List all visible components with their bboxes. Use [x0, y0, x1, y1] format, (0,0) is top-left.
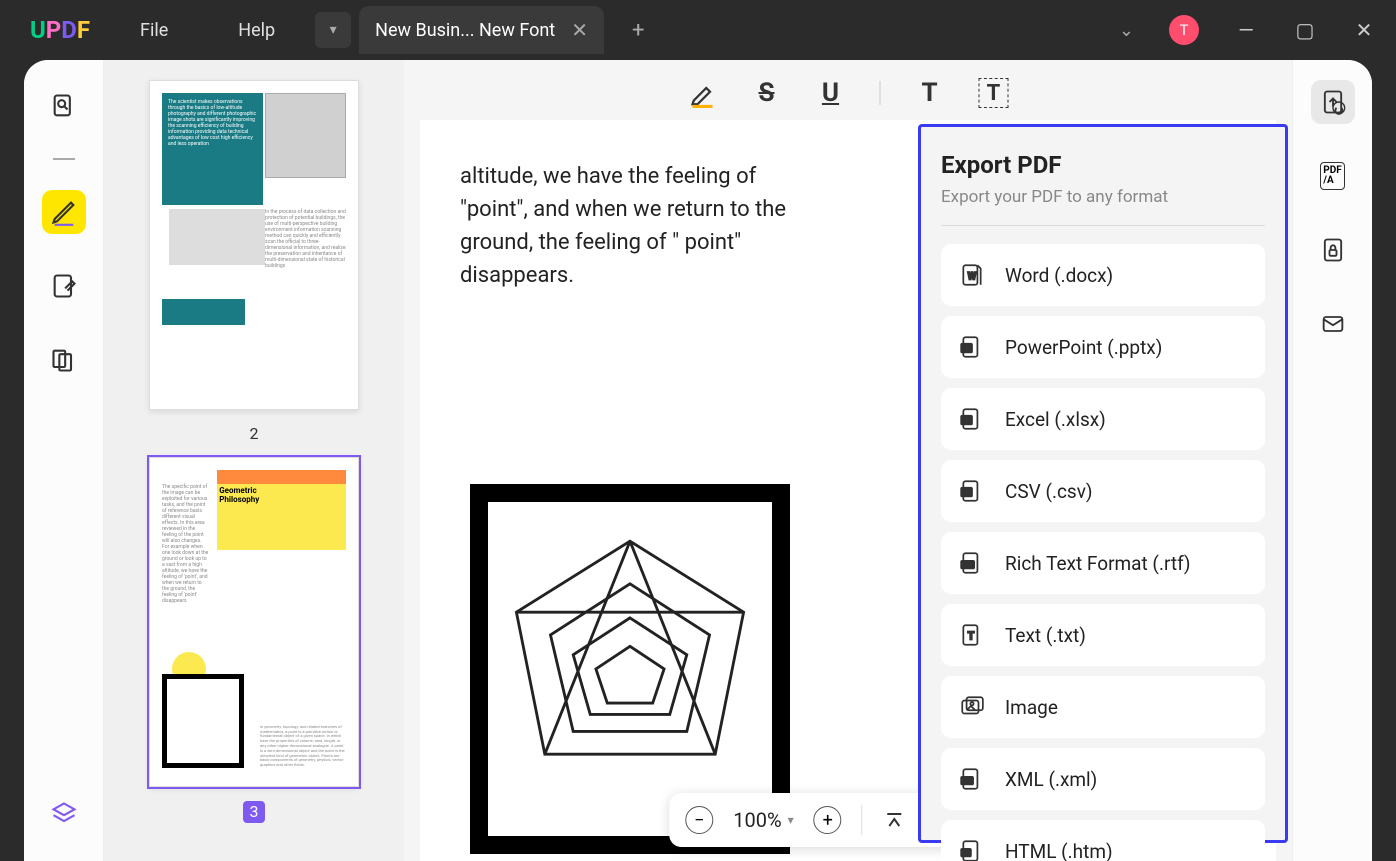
export-format-label: CSV (.csv): [1005, 480, 1093, 503]
format-toolbar: S U T T: [688, 78, 1009, 108]
export-format-label: Image: [1005, 696, 1058, 719]
thumb-image: [169, 209, 265, 265]
text-tool[interactable]: T: [915, 78, 945, 108]
export-format-image[interactable]: Image: [941, 676, 1265, 738]
export-format-powerpoint-pptx-[interactable]: P PowerPoint (.pptx): [941, 316, 1265, 378]
pdfa-button[interactable]: PDF/A: [1311, 154, 1355, 198]
typewriter-tool[interactable]: T: [979, 78, 1009, 108]
thumb-image: [265, 93, 346, 178]
export-format-label: XML (.xml): [1005, 768, 1097, 791]
export-format-rich-text-format-rtf-[interactable]: RTF Rich Text Format (.rtf): [941, 532, 1265, 594]
svg-text:W: W: [968, 271, 977, 282]
user-avatar[interactable]: T: [1169, 15, 1199, 45]
thumb-sidetext: The specific point of the image can be e…: [162, 484, 210, 604]
thumb-block: [162, 299, 245, 325]
menu-help[interactable]: Help: [238, 20, 275, 41]
export-format-html-htm-[interactable]: H HTML (.htm): [941, 820, 1265, 861]
export-title: Export PDF: [941, 151, 1265, 179]
export-divider: [941, 225, 1265, 226]
export-format-label: HTML (.htm): [1005, 840, 1113, 861]
first-page-button[interactable]: [883, 808, 907, 832]
layers-button[interactable]: [42, 792, 86, 836]
thumbnail-page-2[interactable]: The scientist makes observations through…: [149, 80, 359, 410]
share-button[interactable]: [1311, 302, 1355, 346]
zoom-in-button[interactable]: +: [814, 806, 842, 834]
toolbar-divider: [880, 81, 881, 105]
svg-text:C: C: [964, 487, 969, 496]
thumb-photo: [162, 674, 244, 768]
close-window-button[interactable]: ✕: [1352, 18, 1376, 42]
rail-divider: [53, 158, 75, 160]
svg-text:H: H: [963, 848, 968, 856]
export-format-text-txt-[interactable]: T Text (.txt): [941, 604, 1265, 666]
zoom-value[interactable]: 100%▾: [733, 808, 793, 832]
titlebar: UPDF File Help ▾ New Busin... New Font ✕…: [0, 0, 1396, 60]
thumb-block: The scientist makes observations through…: [162, 93, 263, 205]
svg-text:T: T: [968, 629, 975, 642]
thumbnail-number-selected: 3: [243, 801, 265, 823]
tab-close-button[interactable]: ✕: [571, 18, 588, 42]
export-pdf-button[interactable]: [1311, 80, 1355, 124]
document-tab[interactable]: New Busin... New Font ✕: [359, 6, 604, 54]
protect-button[interactable]: [1311, 228, 1355, 272]
export-subtitle: Export your PDF to any format: [941, 187, 1265, 207]
thumbnail-panel[interactable]: The scientist makes observations through…: [104, 60, 404, 861]
search-tool[interactable]: [42, 84, 86, 128]
page-paragraph: altitude, we have the feeling of "point"…: [460, 160, 801, 292]
window-chevron[interactable]: ⌄: [1119, 20, 1134, 41]
thumb-yellow-panel: Geometric Philosophy: [217, 484, 346, 550]
zoom-out-button[interactable]: −: [685, 806, 713, 834]
highlighter-tool[interactable]: [688, 78, 718, 108]
thumb-header: [217, 470, 346, 484]
annotate-tool[interactable]: [42, 190, 86, 234]
tab-list-dropdown[interactable]: ▾: [315, 12, 351, 48]
menu-file[interactable]: File: [140, 20, 168, 41]
bar-divider: [862, 805, 863, 835]
tab-title: New Busin... New Font: [375, 20, 555, 41]
export-format-xml-xml-[interactable]: </> XML (.xml): [941, 748, 1265, 810]
minimize-button[interactable]: —: [1234, 18, 1258, 42]
thumbnail-page-3[interactable]: Geometric Philosophy The specific point …: [149, 457, 359, 787]
thumb-text: In the process of data collection and pr…: [265, 205, 346, 273]
export-format-excel-xlsx-[interactable]: X Excel (.xlsx): [941, 388, 1265, 450]
right-rail: PDF/A: [1292, 60, 1372, 861]
svg-text:RTF: RTF: [962, 562, 972, 568]
svg-text:P: P: [964, 343, 969, 352]
export-format-word-docx-[interactable]: W Word (.docx): [941, 244, 1265, 306]
svg-text:</>: </>: [963, 778, 971, 784]
export-format-label: PowerPoint (.pptx): [1005, 336, 1162, 359]
export-format-csv-csv-[interactable]: C CSV (.csv): [941, 460, 1265, 522]
export-format-label: Text (.txt): [1005, 624, 1086, 647]
underline-tool[interactable]: U: [816, 78, 846, 108]
organize-tool[interactable]: [42, 338, 86, 382]
svg-text:X: X: [964, 415, 969, 424]
thumbnail-number: 2: [250, 424, 259, 443]
export-format-label: Rich Text Format (.rtf): [1005, 552, 1190, 575]
new-tab-button[interactable]: +: [632, 18, 644, 43]
left-rail: [24, 60, 104, 861]
thumb-bodytext: In geometry, topology, and related branc…: [260, 725, 346, 768]
app-logo: UPDF: [0, 16, 120, 44]
maximize-button[interactable]: ▢: [1293, 18, 1317, 42]
export-panel: Export PDF Export your PDF to any format…: [918, 124, 1288, 843]
export-format-label: Word (.docx): [1005, 264, 1113, 287]
workspace: The scientist makes observations through…: [24, 60, 1372, 861]
edit-tool[interactable]: [42, 264, 86, 308]
export-format-label: Excel (.xlsx): [1005, 408, 1106, 431]
strikethrough-tool[interactable]: S: [752, 78, 782, 108]
